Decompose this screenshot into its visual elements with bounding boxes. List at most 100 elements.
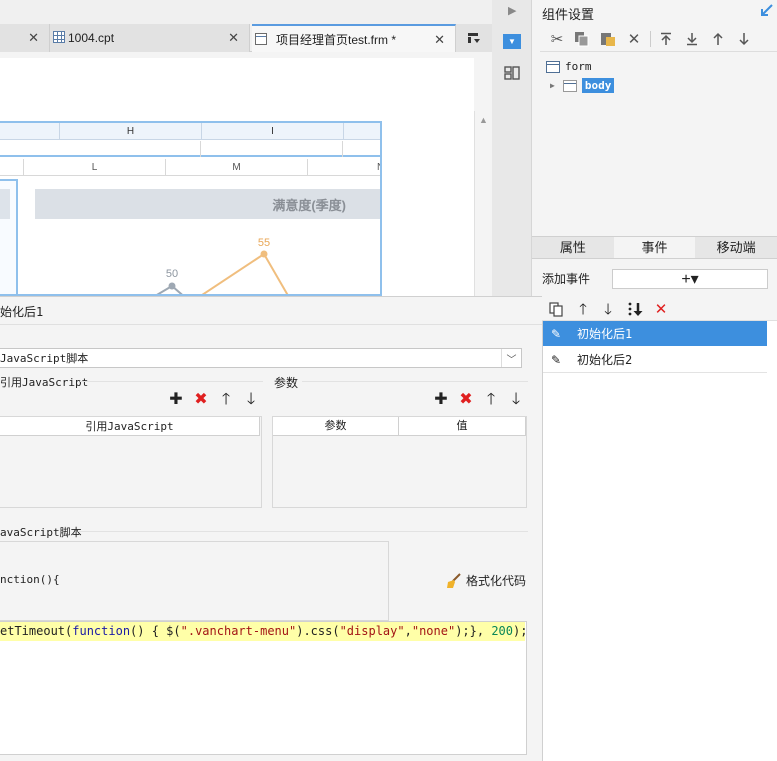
edit-pencil-icon: ✎ bbox=[550, 326, 562, 341]
component-settings-title: 组件设置 bbox=[542, 7, 595, 22]
gray-series-line bbox=[156, 284, 183, 294]
event-item[interactable]: ✎ 初始化后2 bbox=[543, 347, 767, 372]
tab-events[interactable]: 事件 bbox=[613, 237, 696, 258]
report-block[interactable]: H I L M N 满意度(季度) 50 55 bbox=[0, 121, 382, 296]
delete-icon[interactable]: ✕ bbox=[625, 30, 643, 48]
close-icon[interactable]: ✕ bbox=[228, 30, 239, 46]
script-section-label: avaScript脚本 bbox=[0, 526, 82, 539]
move-down-icon[interactable] bbox=[735, 30, 753, 48]
orange-point-label: 55 bbox=[258, 237, 270, 249]
side-toolbar: ▶ ▼ bbox=[492, 0, 532, 296]
layout-grid-icon[interactable] bbox=[504, 66, 520, 80]
move-up-ref-icon[interactable]: 🡑 bbox=[218, 392, 234, 408]
tab-hidden[interactable]: ✕ bbox=[0, 24, 50, 52]
row-band bbox=[0, 141, 380, 157]
delete-ref-icon[interactable]: ✖ bbox=[193, 392, 209, 408]
event-type-select[interactable]: JavaScript脚本 ﹀ bbox=[0, 348, 522, 368]
sort-icon[interactable] bbox=[626, 300, 644, 318]
move-down-ref-icon[interactable]: 🡓 bbox=[243, 392, 259, 408]
cell-box bbox=[0, 189, 10, 219]
editor-tab-bar: ✕ 1004.cpt ✕ 项目经理首页test.frm * ✕ bbox=[0, 0, 492, 52]
event-item-label: 初始化后2 bbox=[577, 353, 633, 367]
divider bbox=[0, 324, 542, 325]
column-header-h[interactable]: H bbox=[60, 123, 202, 140]
value-header: 值 bbox=[399, 417, 526, 436]
tab-list-button[interactable] bbox=[456, 24, 492, 52]
code-line[interactable]: etTimeout(function() { $(".vanchart-menu… bbox=[0, 622, 527, 641]
move-up-icon[interactable] bbox=[709, 30, 727, 48]
inner-column-header-row: L M N bbox=[0, 159, 380, 176]
chevron-down-icon[interactable]: ﹀ bbox=[501, 349, 521, 367]
code-editor[interactable]: etTimeout(function() { $(".vanchart-menu… bbox=[0, 621, 527, 755]
tree-node-label: body bbox=[581, 78, 615, 93]
delete-param-icon[interactable]: ✖ bbox=[458, 392, 474, 408]
delete-event-icon[interactable]: ✕ bbox=[652, 300, 670, 318]
move-top-icon[interactable] bbox=[657, 30, 675, 48]
divider bbox=[543, 372, 767, 373]
expand-arrow-icon[interactable]: ▶ bbox=[508, 4, 516, 17]
scroll-up-icon[interactable]: ▲ bbox=[479, 115, 488, 125]
divider bbox=[302, 381, 528, 382]
report-file-icon bbox=[53, 31, 65, 43]
tab-list-icon bbox=[468, 33, 480, 43]
tab-label: 1004.cpt bbox=[68, 31, 115, 45]
expand-icon[interactable]: ▶ bbox=[550, 81, 555, 90]
component-toolbar: ✂ ✕ bbox=[540, 26, 777, 52]
add-event-dropdown[interactable]: +▾ bbox=[612, 269, 768, 289]
form-node-icon bbox=[546, 60, 560, 73]
format-code-button[interactable]: 格式化代码 bbox=[446, 572, 526, 589]
add-ref-icon[interactable]: ✚ bbox=[168, 392, 184, 408]
tab-label: 项目经理首页test.frm * bbox=[276, 32, 397, 47]
divider bbox=[80, 381, 263, 382]
cut-icon[interactable]: ✂ bbox=[548, 30, 566, 48]
edit-pencil-icon: ✎ bbox=[550, 352, 562, 367]
move-down-param-icon[interactable]: 🡓 bbox=[508, 392, 524, 408]
form-file-icon bbox=[255, 33, 267, 45]
column-header-n[interactable]: N bbox=[308, 159, 380, 176]
format-code-label: 格式化代码 bbox=[466, 574, 527, 588]
copy-icon[interactable] bbox=[573, 30, 591, 48]
move-up-icon[interactable]: 🡑 bbox=[574, 300, 592, 318]
line-chart[interactable]: 50 55 bbox=[0, 223, 380, 296]
param-table[interactable]: 参数 值 bbox=[272, 416, 527, 508]
tree-node-form[interactable]: form bbox=[546, 60, 592, 73]
property-tabs: 属性 事件 移动端 bbox=[532, 236, 777, 259]
tab-1004-cpt[interactable]: 1004.cpt ✕ bbox=[50, 24, 250, 52]
move-down-icon[interactable]: 🡓 bbox=[599, 300, 617, 318]
copy-event-icon[interactable] bbox=[547, 300, 565, 318]
chart-title[interactable]: 满意度(季度) bbox=[35, 189, 380, 219]
close-icon[interactable]: ✕ bbox=[434, 32, 445, 48]
event-name: 始化后1 bbox=[0, 305, 44, 319]
tab-properties[interactable]: 属性 bbox=[532, 237, 614, 258]
function-signature: nction(){ bbox=[0, 573, 60, 586]
collapse-arrow-icon[interactable] bbox=[759, 2, 775, 18]
close-icon[interactable]: ✕ bbox=[28, 30, 39, 46]
event-item[interactable]: ✎ 初始化后1 bbox=[543, 321, 767, 346]
event-item-label: 初始化后1 bbox=[577, 327, 633, 341]
vertical-scrollbar[interactable]: ▲ bbox=[474, 111, 491, 296]
add-event-label: 添加事件 bbox=[542, 272, 591, 286]
column-header-l[interactable]: L bbox=[24, 159, 166, 176]
dropdown-panel-icon[interactable]: ▼ bbox=[503, 34, 521, 49]
ref-js-table[interactable]: 引用JavaScript bbox=[0, 416, 262, 508]
orange-series-line bbox=[201, 252, 289, 294]
move-up-param-icon[interactable]: 🡑 bbox=[483, 392, 499, 408]
paste-icon[interactable] bbox=[599, 30, 617, 48]
tab-project-manager-frm[interactable]: 项目经理首页test.frm * ✕ bbox=[252, 24, 456, 52]
column-header-m[interactable]: M bbox=[166, 159, 308, 176]
tree-node-body[interactable]: ▶ body bbox=[550, 78, 615, 93]
move-bottom-icon[interactable] bbox=[683, 30, 701, 48]
event-toolbar: 🡑 🡓 ✕ bbox=[542, 296, 777, 321]
orange-series-point bbox=[260, 250, 268, 258]
broom-icon bbox=[447, 572, 461, 588]
tree-node-label: form bbox=[565, 60, 592, 73]
column-header-row: H I bbox=[0, 123, 380, 140]
column-header-i[interactable]: I bbox=[202, 123, 344, 140]
gray-series-point bbox=[168, 282, 176, 290]
divider bbox=[78, 531, 528, 532]
add-param-icon[interactable]: ✚ bbox=[433, 392, 449, 408]
column-header bbox=[0, 123, 60, 140]
tab-mobile[interactable]: 移动端 bbox=[695, 237, 777, 258]
param-section-label: 参数 bbox=[274, 376, 299, 390]
event-type-value: JavaScript脚本 bbox=[0, 352, 89, 365]
